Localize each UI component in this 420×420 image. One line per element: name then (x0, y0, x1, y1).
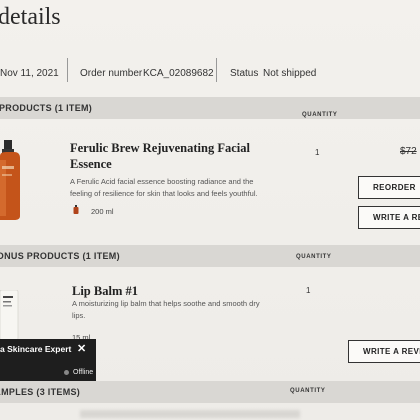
close-icon[interactable]: ✕ (77, 342, 86, 355)
products-section-title: PRODUCTS (1 ITEM) (0, 103, 93, 113)
bottle-size-icon (73, 205, 79, 214)
product-name-line2[interactable]: Essence (70, 157, 112, 172)
samples-quantity-header: QUANTITY (290, 388, 326, 394)
product-name-line1[interactable]: Ferulic Brew Rejuvenating Facial (70, 141, 250, 156)
order-date: Nov 11, 2021 (0, 67, 59, 79)
bonus-section-title: BONUS PRODUCTS (1 ITEM) (0, 251, 120, 261)
product-description-line2: feeling of resilience for skin that look… (70, 189, 258, 198)
meta-divider (216, 58, 217, 82)
bonus-section-header: BONUS PRODUCTS (1 ITEM) (0, 245, 420, 267)
reorder-button[interactable]: REORDER (358, 176, 420, 199)
lip-balm-tube-image (0, 290, 19, 340)
order-status-label: Status (230, 67, 259, 79)
meta-divider (67, 58, 68, 82)
order-number: KCA_02089682 (143, 67, 214, 79)
order-details-page: details Nov 11, 2021 Order number KCA_02… (0, 0, 420, 420)
chat-title: a Skincare Expert (0, 344, 72, 354)
bonus-product-description-line2: lips. (72, 311, 86, 320)
status-dot-icon (64, 370, 69, 375)
product-price: $72 (400, 146, 417, 157)
order-number-label: Order number (80, 67, 143, 79)
product-description-line1: A Ferulic Acid facial essence boosting r… (70, 177, 254, 186)
ferulic-brew-bottle-image (0, 140, 20, 220)
products-quantity-header: QUANTITY (302, 112, 338, 118)
product-size: 200 ml (91, 207, 114, 216)
samples-section-title: SAMPLES (3 ITEMS) (0, 387, 81, 397)
product-quantity: 1 (315, 148, 320, 157)
bonus-product-description-line1: A moisturizing lip balm that helps sooth… (72, 299, 260, 308)
bonus-product-name[interactable]: Lip Balm #1 (72, 284, 138, 299)
bonus-quantity-header: QUANTITY (296, 254, 332, 260)
products-section-header: PRODUCTS (1 ITEM) (0, 97, 420, 119)
samples-section-header: SAMPLES (3 ITEMS) (0, 381, 420, 403)
chat-status-text: Offline (73, 369, 94, 376)
page-title: details (0, 4, 61, 30)
skincare-expert-chat-widget[interactable]: a Skincare Expert ✕ Offline (0, 339, 96, 381)
next-product-preview (80, 410, 300, 418)
bonus-write-review-button[interactable]: WRITE A REVIEW (348, 340, 420, 363)
order-status: Not shipped (263, 67, 317, 79)
chat-status: Offline (64, 369, 93, 376)
write-review-button[interactable]: WRITE A REVIEW (358, 206, 420, 229)
bonus-product-quantity: 1 (306, 286, 311, 295)
